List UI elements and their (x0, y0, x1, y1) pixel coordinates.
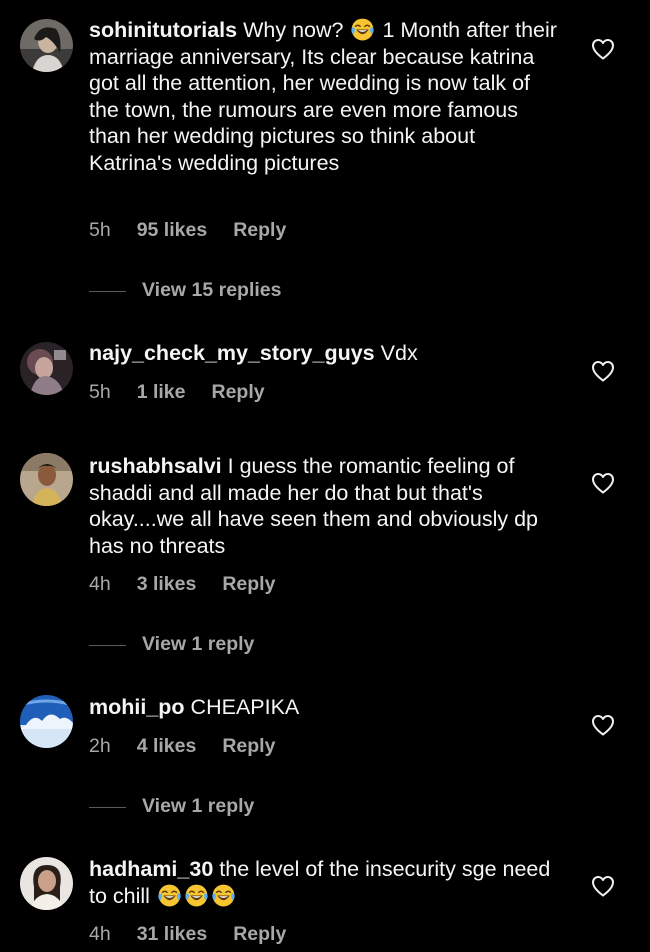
comment-text: hadhami_30 the level of the insecurity s… (89, 856, 559, 909)
comment-time: 5h (89, 219, 111, 241)
divider (89, 291, 126, 292)
comment-text: najy_check_my_story_guys Vdx (89, 340, 559, 367)
avatar[interactable] (20, 695, 73, 748)
avatar[interactable] (20, 19, 73, 72)
view-replies-label[interactable]: View 1 reply (142, 795, 254, 818)
reply-button[interactable]: Reply (222, 573, 275, 596)
view-replies-label[interactable]: View 1 reply (142, 633, 254, 656)
face-with-tears-of-joy-icon (350, 17, 375, 42)
comment-time: 4h (89, 923, 111, 945)
avatar[interactable] (20, 342, 73, 395)
face-with-tears-of-joy-icon (184, 883, 209, 908)
avatar[interactable] (20, 453, 73, 506)
likes-count[interactable]: 3 likes (137, 573, 197, 596)
reply-button[interactable]: Reply (233, 219, 286, 242)
comment-body: Why now? (243, 18, 350, 42)
heart-outline-icon[interactable] (591, 875, 615, 897)
comment-username[interactable]: hadhami_30 (89, 857, 213, 881)
comment-text: sohinitutorials Why now? 1 Month after t… (89, 17, 559, 177)
face-with-tears-of-joy-icon (157, 883, 182, 908)
face-with-tears-of-joy-icon (211, 883, 236, 908)
divider (89, 807, 126, 808)
comment-time: 4h (89, 573, 111, 595)
heart-outline-icon[interactable] (591, 714, 615, 736)
avatar[interactable] (20, 857, 73, 910)
likes-count[interactable]: 1 like (137, 381, 186, 404)
heart-outline-icon[interactable] (591, 472, 615, 494)
comment-username[interactable]: najy_check_my_story_guys (89, 341, 375, 365)
comment-meta: 2h 4 likes Reply (89, 735, 275, 758)
comment-username[interactable]: rushabhsalvi (89, 454, 222, 478)
comment-time: 5h (89, 381, 111, 403)
comment-meta: 4h 31 likes Reply (89, 923, 286, 946)
comment-text: mohii_po CHEAPIKA (89, 694, 559, 721)
comment-time: 2h (89, 735, 111, 757)
likes-count[interactable]: 4 likes (137, 735, 197, 758)
likes-count[interactable]: 95 likes (137, 219, 207, 242)
heart-outline-icon[interactable] (591, 38, 615, 60)
reply-button[interactable]: Reply (212, 381, 265, 404)
comment-meta: 5h 95 likes Reply (89, 219, 286, 242)
likes-count[interactable]: 31 likes (137, 923, 207, 946)
comment-username[interactable]: sohinitutorials (89, 18, 237, 42)
comment-meta: 5h 1 like Reply (89, 381, 265, 404)
comment-body: CHEAPIKA (190, 695, 300, 719)
view-replies-label[interactable]: View 15 replies (142, 279, 281, 302)
comment-username[interactable]: mohii_po (89, 695, 185, 719)
reply-button[interactable]: Reply (233, 923, 286, 946)
heart-outline-icon[interactable] (591, 360, 615, 382)
comment-body: Vdx (380, 341, 418, 365)
reply-button[interactable]: Reply (222, 735, 275, 758)
comment-text: rushabhsalvi I guess the romantic feelin… (89, 453, 559, 559)
divider (89, 645, 126, 646)
comment-meta: 4h 3 likes Reply (89, 573, 275, 596)
